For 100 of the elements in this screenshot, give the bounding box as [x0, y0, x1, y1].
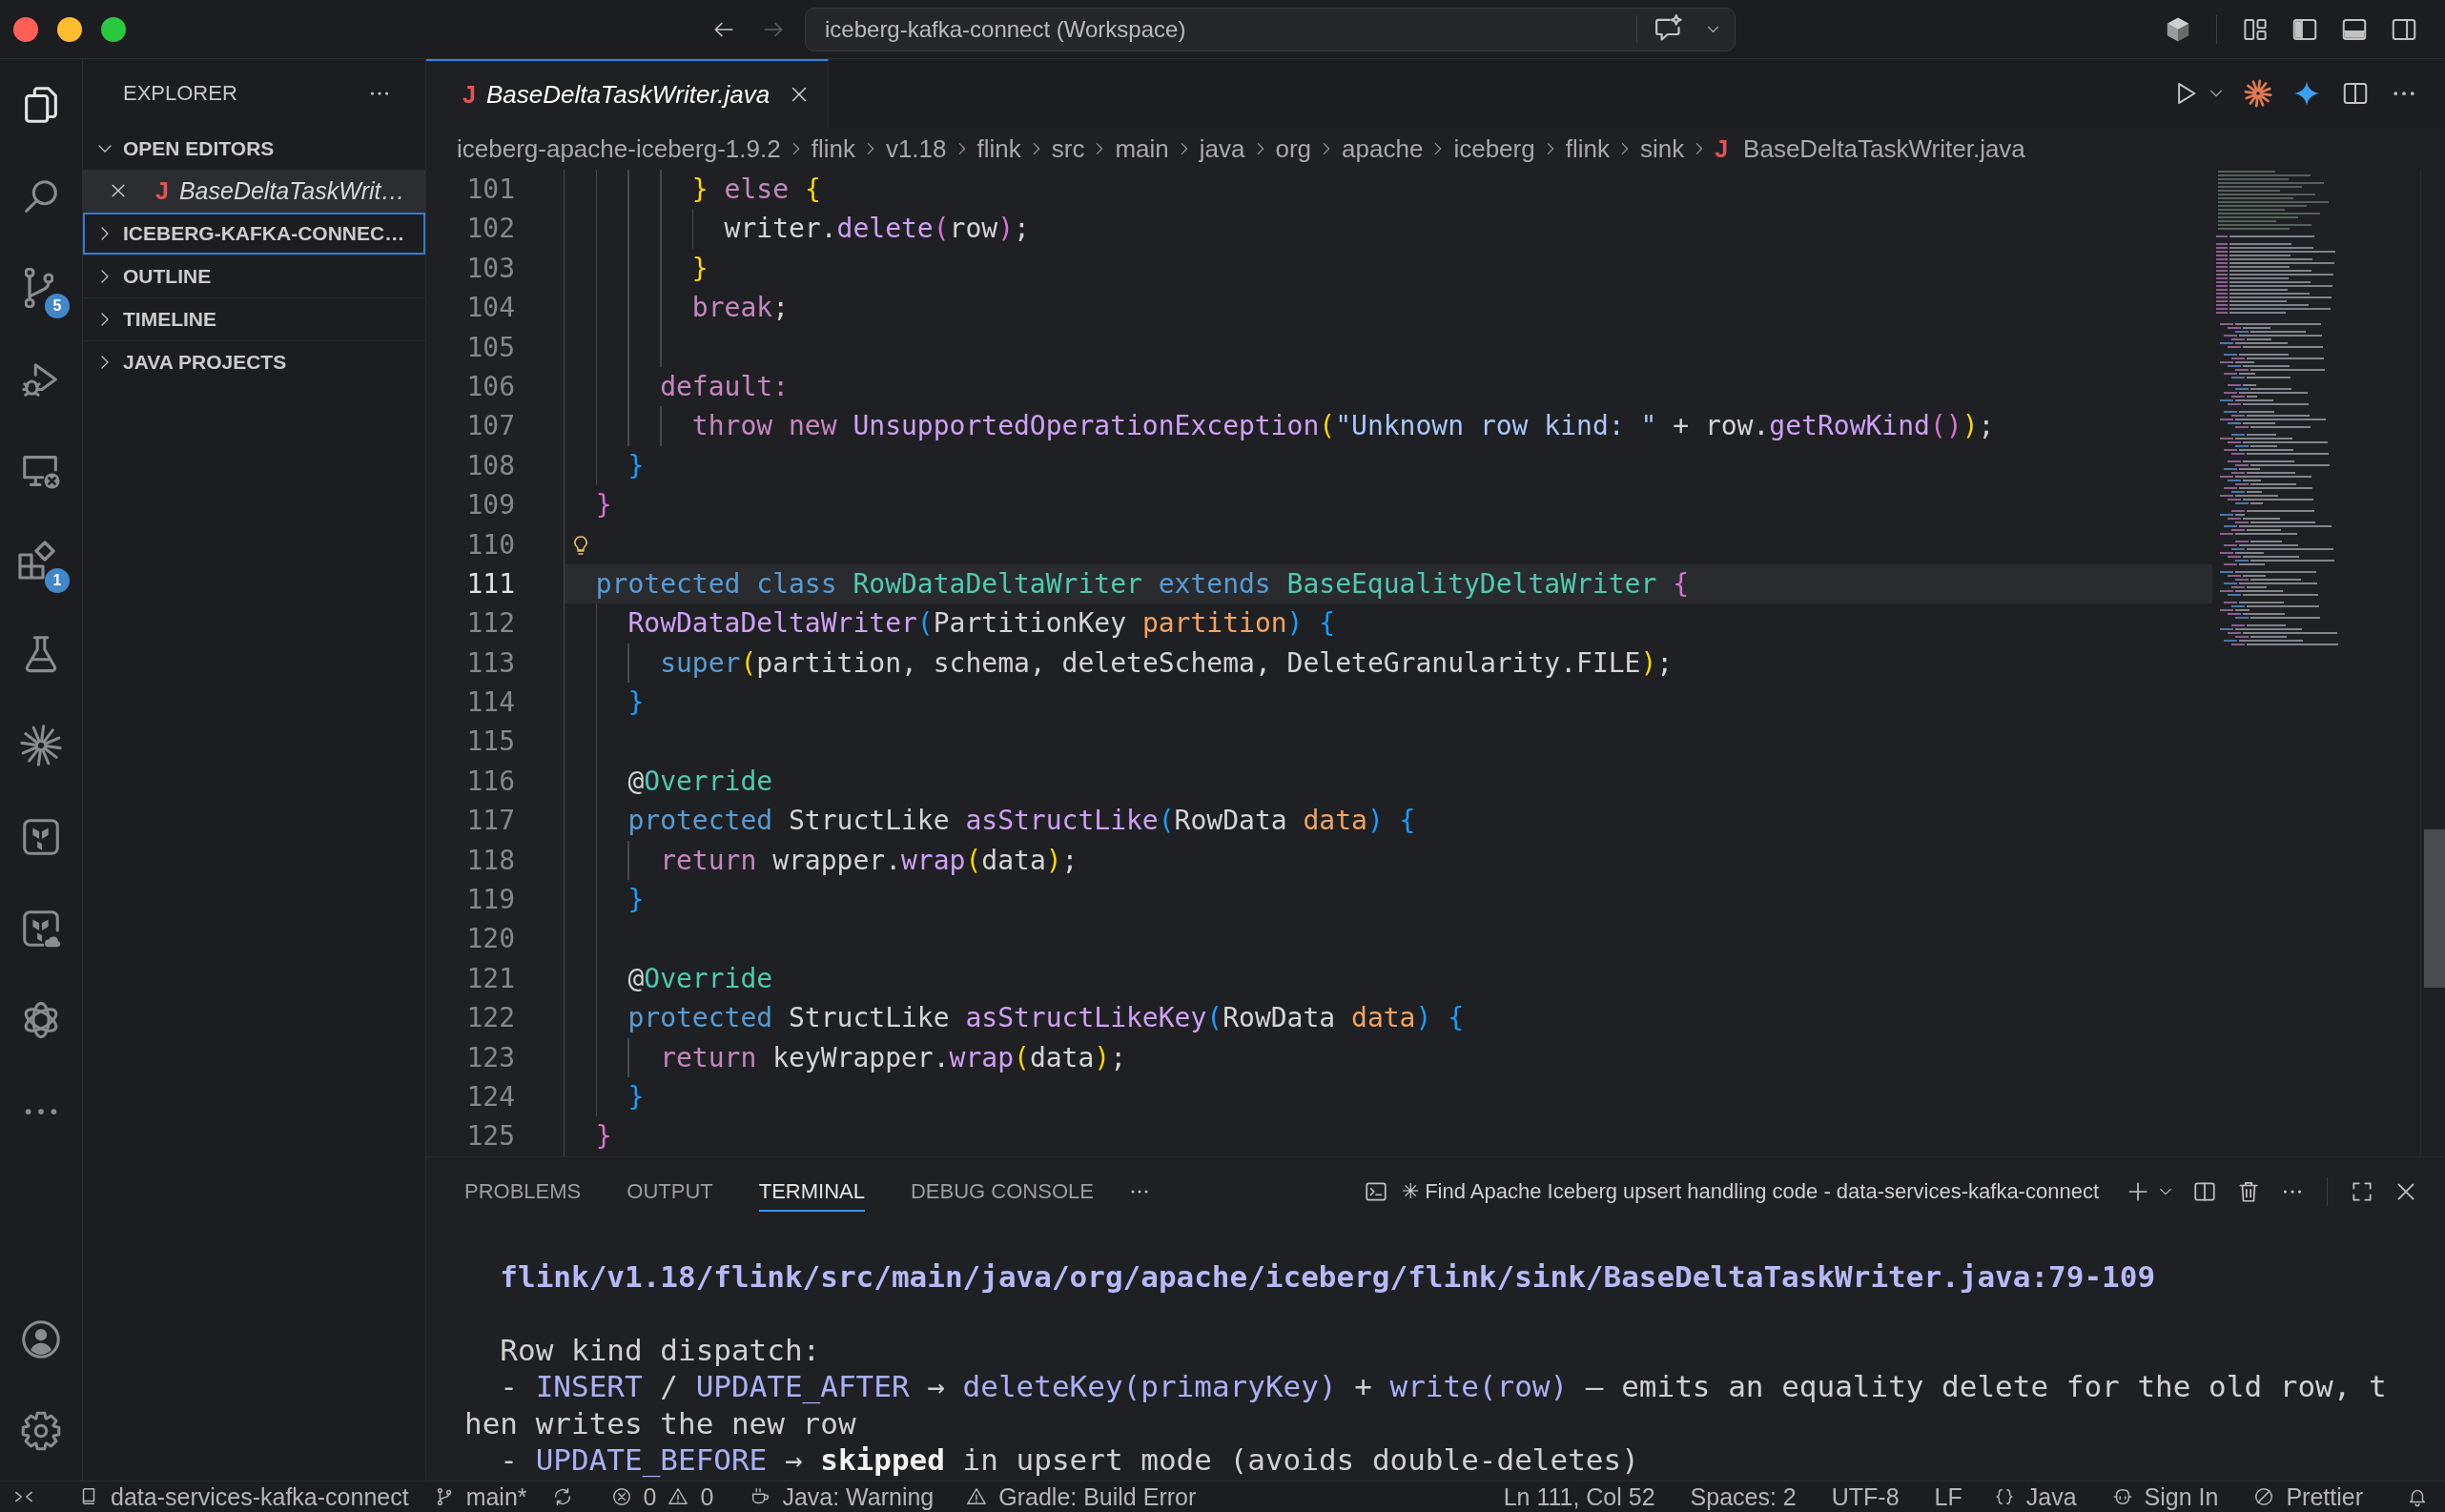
panel-tab[interactable]: PROBLEMS: [464, 1172, 582, 1212]
workspace-status[interactable]: data-services-kafka-connect: [78, 1482, 409, 1511]
code-line: protected StructLike asStructLike(RowData data) {: [627, 804, 1416, 839]
code-line: }: [595, 1119, 612, 1154]
breadcrumb-item[interactable]: main: [1115, 133, 1169, 164]
notification-badge: 5: [45, 294, 70, 318]
code-line: } else {: [691, 173, 821, 207]
code-line: }: [627, 1080, 645, 1114]
line-number: 102: [465, 212, 515, 247]
line-number: 109: [465, 488, 515, 523]
code-line: return wrapper.wrap(data);: [660, 843, 1079, 878]
formatter-status[interactable]: Prettier: [2253, 1482, 2363, 1511]
line-number: 104: [465, 291, 515, 326]
line-number: 117: [465, 804, 515, 839]
line-number: 125: [465, 1119, 515, 1154]
line-number: 118: [465, 843, 515, 878]
line-number: 106: [465, 369, 515, 404]
starburst-icon[interactable]: [19, 724, 63, 767]
circle-slash-icon: [2253, 1486, 2275, 1507]
line-number: 108: [465, 448, 515, 483]
line-number: 107: [465, 409, 515, 444]
errors-status[interactable]: 0: [610, 1482, 657, 1511]
code-line: }: [627, 685, 645, 721]
editor-tab[interactable]: J BaseDeltaTaskWriter.java: [426, 59, 830, 128]
split-icon[interactable]: [2192, 1179, 2217, 1204]
breadcrumb-item[interactable]: java: [1199, 133, 1245, 164]
file-type-icon: J: [462, 80, 476, 109]
scrollbar-thumb[interactable]: [2424, 829, 2445, 988]
maximize-icon[interactable]: [2350, 1179, 2374, 1204]
section-header[interactable]: JAVA PROJECTS: [83, 341, 425, 383]
line-number: 115: [465, 725, 515, 760]
terminal-line: hen writes the new row: [464, 1405, 856, 1440]
encoding-status[interactable]: UTF-8: [1831, 1482, 1900, 1511]
zoom-window-icon[interactable]: [101, 16, 126, 42]
terminal-icon: [1364, 1179, 1389, 1204]
account-status[interactable]: Sign In: [2111, 1482, 2219, 1511]
line-number: 105: [465, 330, 515, 365]
breadcrumb-item[interactable]: flink: [811, 133, 855, 164]
section-header[interactable]: OPEN EDITORS: [83, 128, 425, 170]
minimize-window-icon[interactable]: [57, 16, 82, 42]
breadcrumb-item[interactable]: apache: [1342, 133, 1424, 164]
file-type-icon: J: [155, 176, 169, 205]
account-icon[interactable]: [19, 1318, 63, 1361]
indentation-status[interactable]: Spaces: 2: [1690, 1482, 1797, 1511]
breadcrumb-item[interactable]: sink: [1639, 133, 1685, 164]
code-line: @Override: [627, 764, 773, 799]
code-line: }: [627, 448, 645, 483]
command-center[interactable]: iceberg-kafka-connect (Workspace): [805, 7, 1736, 51]
breadcrumb-item[interactable]: src: [1051, 133, 1085, 164]
breadcrumb-item[interactable]: v1.18: [885, 133, 947, 164]
code-line: }: [595, 488, 612, 523]
breadcrumb-item[interactable]: flink: [1565, 133, 1610, 164]
close-window-icon[interactable]: [13, 16, 38, 42]
open-editor-item[interactable]: J BaseDeltaTaskWrit…: [83, 170, 425, 212]
terminal-line: - UPDATE_BEFORE → skipped in upsert mode (avoids double-deletes): [500, 1441, 1639, 1477]
panel-tab[interactable]: DEBUG CONSOLE: [910, 1172, 1094, 1212]
warnings-status[interactable]: 0: [668, 1482, 714, 1511]
line-number: 120: [465, 922, 515, 957]
branch-status[interactable]: main*: [433, 1482, 527, 1511]
starburst-icon[interactable]: [2244, 79, 2272, 108]
breadcrumb-item[interactable]: iceberg: [1453, 133, 1535, 164]
settings-icon[interactable]: [19, 1409, 63, 1453]
line-ending-status[interactable]: LF: [1934, 1482, 1962, 1511]
terminal-line: Row kind dispatch:: [500, 1332, 821, 1367]
gradle-status[interactable]: Gradle: Build Error: [966, 1482, 1197, 1511]
code-line: break;: [691, 291, 789, 326]
terminal-line: - INSERT / UPDATE_AFTER → deleteKey(primaryKey) + write(row) — emits an equality delete for the old row, t: [500, 1369, 2387, 1404]
cursor-position[interactable]: Ln 111, Col 52: [1503, 1482, 1655, 1511]
section-header[interactable]: OUTLINE: [83, 255, 425, 297]
panel-tab[interactable]: TERMINAL: [758, 1172, 865, 1212]
branch-icon[interactable]: [25, 268, 53, 308]
line-number: 121: [465, 961, 515, 996]
section-header[interactable]: TIMELINE: [83, 298, 425, 340]
robot-face-icon: [2111, 1486, 2133, 1507]
sidebar-title: EXPLORER: [123, 81, 237, 106]
code-line: throw new UnsupportedOperationException("Unknown row kind: " + row.getRowKind());: [691, 409, 1995, 444]
language-status[interactable]: Java: [1993, 1482, 2077, 1511]
warning-icon: [668, 1486, 689, 1507]
line-number: 111: [465, 566, 515, 602]
trash-icon[interactable]: [2236, 1179, 2261, 1204]
line-number: 123: [465, 1040, 515, 1075]
breadcrumb-item[interactable]: flink: [976, 133, 1021, 164]
line-number: 113: [465, 645, 515, 681]
breadcrumb-item[interactable]: J BaseDeltaTaskWriter.java: [1715, 133, 2025, 164]
breadcrumb-item[interactable]: iceberg-apache-iceberg-1.9.2: [457, 133, 781, 164]
panel-tab[interactable]: OUTPUT: [627, 1172, 713, 1212]
code-line: default:: [660, 369, 789, 404]
code-line: super(partition, schema, deleteSchema, DeleteGranularity.FILE);: [660, 645, 1674, 681]
line-number: 112: [465, 606, 515, 642]
line-number: 119: [465, 883, 515, 918]
breadcrumb-item[interactable]: org: [1275, 133, 1312, 164]
code-line: writer.delete(row);: [724, 212, 1030, 247]
code-line: }: [691, 251, 709, 286]
line-number: 114: [465, 685, 515, 721]
terminal-title[interactable]: ✳ Find Apache Iceberg upsert handling code - data-services-kafka-connect: [1402, 1179, 2099, 1204]
warning-icon: [966, 1486, 988, 1507]
section-header[interactable]: ICEBERG-KAFKA-CONNEC…: [83, 213, 425, 255]
code-line: protected StructLike asStructLikeKey(RowData data) {: [627, 1001, 1465, 1036]
java-status[interactable]: Java: Warning: [750, 1482, 935, 1511]
line-number: 101: [465, 173, 515, 207]
